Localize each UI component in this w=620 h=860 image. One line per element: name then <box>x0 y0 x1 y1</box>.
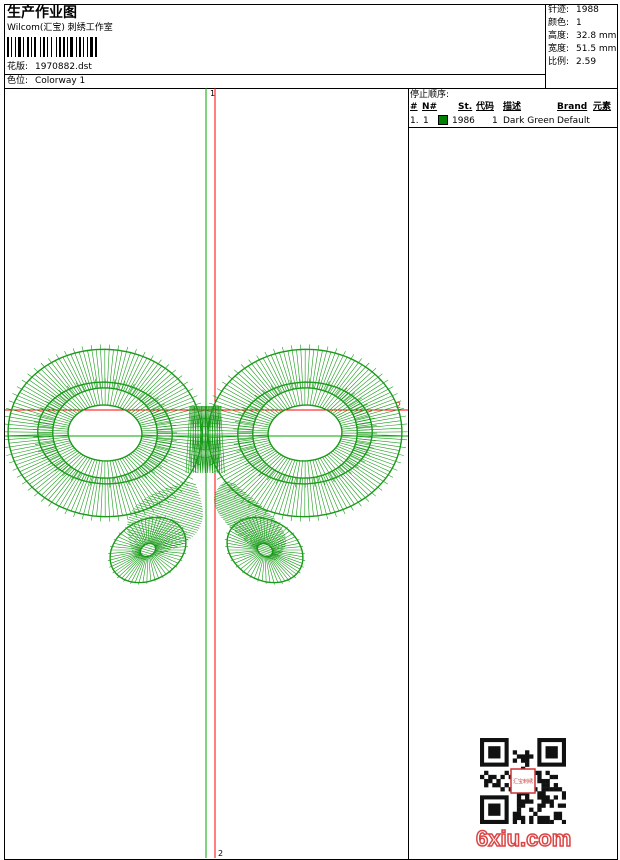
header-divider <box>4 74 546 75</box>
stat-value: 2.59 <box>576 57 597 67</box>
stat-value: 1988 <box>576 5 599 15</box>
page-title: 生产作业图 <box>7 5 77 21</box>
axis-label-bottom: 2 <box>218 849 223 858</box>
row-brand: Default <box>557 116 590 126</box>
stat-label: 宽度: <box>548 44 570 54</box>
watermark-text: 6xiu.com <box>475 826 572 851</box>
qr-code: 汇宝刺绣 <box>480 738 566 824</box>
stat-value: 32.8 mm <box>576 31 617 41</box>
row-stitches: 1986 <box>452 116 475 126</box>
stamp-text: 汇宝刺绣 <box>513 778 533 785</box>
embroidery-design: 1 2 2 <box>5 88 408 858</box>
company-name: Wilcom(汇宝) 刺绣工作室 <box>7 23 113 33</box>
column-header: 描述 <box>503 102 522 112</box>
sequence-title: 停止顺序: <box>410 90 450 100</box>
stat-value: 1 <box>576 18 582 28</box>
row-needle: 1 <box>423 116 429 126</box>
colorway-label: 色位: <box>7 76 29 86</box>
colorway-value: Colorway 1 <box>35 76 86 86</box>
stat-label: 比例: <box>548 57 570 67</box>
column-header: 元素 <box>593 102 612 112</box>
design-value: 1970882.dst <box>35 62 92 72</box>
column-header: St. <box>458 102 473 112</box>
color-swatch <box>438 115 448 125</box>
row-code: 1 <box>492 116 498 126</box>
column-header: 代码 <box>476 102 495 112</box>
stat-value: 51.5 mm <box>576 44 617 54</box>
row-description: Dark Green <box>503 116 555 126</box>
design-label: 花版: <box>7 62 29 72</box>
stat-label: 针迹: <box>548 5 570 15</box>
barcode <box>7 37 97 57</box>
stat-label: 颜色: <box>548 18 570 28</box>
stat-label: 高度: <box>548 31 570 41</box>
column-header: Brand <box>557 102 588 112</box>
sequence-divider <box>408 127 618 128</box>
column-header: N# <box>422 102 438 112</box>
axis-label-top: 1 <box>210 89 215 98</box>
column-header: # <box>410 102 418 112</box>
row-index: 1. <box>410 116 419 126</box>
